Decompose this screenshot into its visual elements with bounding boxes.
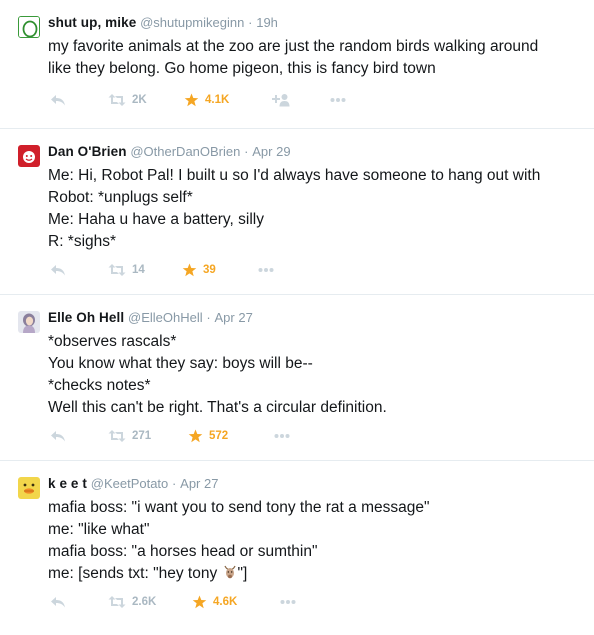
author-name[interactable]: Dan O'Brien: [48, 144, 127, 159]
separator: ·: [206, 310, 211, 325]
tweet-line-text: me: [sends txt: "hey tony: [48, 565, 222, 582]
tweet-line: Well this can't be right. That's a circu…: [48, 399, 387, 416]
star-icon: [182, 263, 197, 277]
star-icon: [192, 595, 207, 609]
tweet-text: *observes rascals* You know what they sa…: [48, 331, 578, 419]
avatar[interactable]: [18, 311, 40, 333]
author-name[interactable]: k e e t: [48, 476, 87, 491]
more-icon: [330, 98, 346, 102]
retweet-count: 271: [132, 430, 152, 442]
follow-icon: [272, 94, 290, 107]
timestamp[interactable]: Apr 29: [252, 144, 290, 159]
reply-button[interactable]: [50, 592, 66, 612]
tweet-header: Dan O'Brien @OtherDanOBrien · Apr 29: [48, 143, 291, 161]
tweet[interactable]: k e e t @KeetPotato · Apr 27 mafia boss:…: [0, 461, 594, 635]
retweet-button[interactable]: 14: [108, 260, 145, 280]
star-icon: [188, 429, 203, 443]
reply-button[interactable]: [50, 260, 66, 280]
timestamp[interactable]: Apr 27: [215, 310, 253, 325]
favorite-button[interactable]: 39: [182, 260, 216, 280]
author-handle[interactable]: @KeetPotato: [91, 476, 169, 491]
reply-icon: [51, 597, 65, 608]
tweet-line: mafia boss: "i want you to send tony the…: [48, 499, 430, 516]
tweet-line: Me: Hi, Robot Pal! I built u so I'd alwa…: [48, 167, 541, 184]
more-icon: [274, 434, 290, 438]
reply-button[interactable]: [50, 426, 66, 446]
reply-button[interactable]: [50, 90, 66, 110]
tweet-line: me: [sends txt: "hey tony "]: [48, 563, 578, 587]
tweet[interactable]: Dan O'Brien @OtherDanOBrien · Apr 29 Me:…: [0, 129, 594, 295]
author-handle[interactable]: @ElleOhHell: [128, 310, 203, 325]
tweet-line: my favorite animals at the zoo are just …: [48, 38, 539, 55]
tweet-line: You know what they say: boys will be--: [48, 355, 313, 372]
favorite-count: 572: [209, 430, 229, 442]
favorite-button[interactable]: 4.1K: [184, 90, 229, 110]
more-button[interactable]: [280, 592, 296, 612]
reply-icon: [51, 265, 65, 276]
retweet-icon: [108, 430, 126, 442]
retweet-count: 2.6K: [132, 596, 157, 608]
more-button[interactable]: [258, 260, 274, 280]
tweet[interactable]: shut up, mike @shutupmikeginn · 19h my f…: [0, 0, 594, 129]
portrait-avatar-icon: [18, 311, 40, 333]
separator: ·: [244, 144, 249, 159]
retweet-button[interactable]: 271: [108, 426, 151, 446]
retweet-count: 2K: [132, 94, 147, 106]
tweet-feed: shut up, mike @shutupmikeginn · 19h my f…: [0, 0, 594, 635]
tweet-header: Elle Oh Hell @ElleOhHell · Apr 27: [48, 309, 253, 327]
more-icon: [258, 268, 274, 272]
tweet-line: me: "like what": [48, 521, 150, 538]
timestamp[interactable]: Apr 27: [180, 476, 218, 491]
green-egg-avatar-icon: [19, 17, 39, 37]
reply-icon: [51, 95, 65, 106]
tweet-text: Me: Hi, Robot Pal! I built u so I'd alwa…: [48, 165, 578, 253]
tweet-line: Me: Haha u have a battery, silly: [48, 211, 264, 228]
avatar[interactable]: [18, 16, 40, 38]
retweet-icon: [108, 264, 126, 276]
separator: ·: [172, 476, 177, 491]
favorite-count: 39: [203, 264, 216, 276]
retweet-button[interactable]: 2.6K: [108, 592, 156, 612]
goat-emoji-icon: [222, 564, 238, 587]
more-button[interactable]: [274, 426, 290, 446]
tweet-line: R: *sighs*: [48, 233, 117, 250]
tweet[interactable]: Elle Oh Hell @ElleOhHell · Apr 27 *obser…: [0, 295, 594, 461]
tweet-line: mafia boss: "a horses head or sumthin": [48, 543, 318, 560]
author-name[interactable]: shut up, mike: [48, 15, 136, 30]
tweet-line: *observes rascals*: [48, 333, 177, 350]
red-face-avatar-icon: [18, 145, 40, 167]
tweet-text: mafia boss: "i want you to send tony the…: [48, 497, 578, 587]
author-handle[interactable]: @OtherDanOBrien: [130, 144, 240, 159]
tweet-header: shut up, mike @shutupmikeginn · 19h: [48, 14, 278, 32]
favorite-button[interactable]: 572: [188, 426, 228, 446]
favorite-button[interactable]: 4.6K: [192, 592, 237, 612]
retweet-icon: [108, 94, 126, 106]
author-name[interactable]: Elle Oh Hell: [48, 310, 124, 325]
avatar[interactable]: [18, 477, 40, 499]
tweet-line: Robot: *unplugs self*: [48, 189, 193, 206]
tweet-header: k e e t @KeetPotato · Apr 27: [48, 475, 218, 493]
retweet-count: 14: [132, 264, 145, 276]
tweet-line: *checks notes*: [48, 377, 151, 394]
retweet-icon: [108, 596, 126, 608]
author-handle[interactable]: @shutupmikeginn: [140, 15, 244, 30]
avatar[interactable]: [18, 145, 40, 167]
tweet-text: my favorite animals at the zoo are just …: [48, 36, 578, 80]
retweet-button[interactable]: 2K: [108, 90, 147, 110]
reply-icon: [51, 431, 65, 442]
tweet-line-suffix: "]: [237, 565, 248, 582]
more-button[interactable]: [330, 90, 346, 110]
more-icon: [280, 600, 296, 604]
tweet-line: like they belong. Go home pigeon, this i…: [48, 60, 436, 77]
separator: ·: [248, 15, 253, 30]
star-icon: [184, 93, 199, 107]
favorite-count: 4.6K: [213, 596, 238, 608]
duck-avatar-icon: [18, 477, 40, 499]
follow-button[interactable]: [270, 90, 290, 110]
timestamp[interactable]: 19h: [256, 15, 278, 30]
favorite-count: 4.1K: [205, 94, 230, 106]
